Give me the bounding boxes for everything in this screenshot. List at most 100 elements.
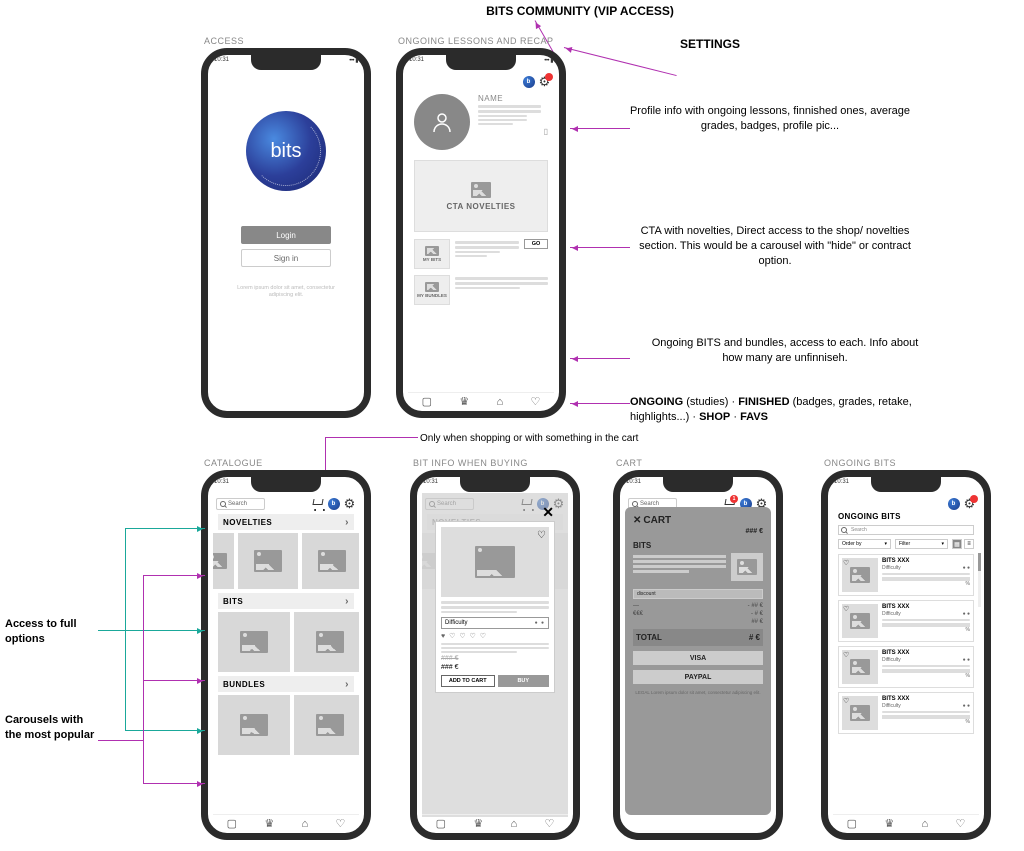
novelties-carousel[interactable]	[213, 533, 359, 589]
grid-view-toggle[interactable]: ▦	[952, 539, 962, 549]
cta-novelties-carousel[interactable]: CTA NOVELTIES	[414, 160, 548, 232]
fav-heart-icon[interactable]: ♡	[537, 530, 546, 541]
annot-ongoing-access: Ongoing BITS and bundles, access to each…	[645, 336, 925, 366]
bits-community-icon[interactable]: b	[522, 75, 535, 88]
go-button[interactable]: GO	[524, 239, 548, 249]
access-lorem: Lorem ipsum dolor sit amet, consectetur …	[213, 285, 359, 299]
label-bits-community: BITS COMMUNITY (VIP ACCESS)	[460, 3, 700, 19]
bits-logo: bits	[246, 111, 326, 191]
arrow-bottom-nav	[570, 403, 630, 404]
settings-icon[interactable]: ⚙	[963, 497, 976, 510]
heart-icon[interactable]: ♡	[843, 697, 849, 705]
arrow-teal-1	[125, 528, 205, 529]
bit-info-modal: ✕ ♡ Difficulty ♥ ♡ ♡ ♡ ♡ ### € ### € ADD…	[435, 521, 555, 693]
my-bundles-thumb[interactable]: MY BUNDLES	[414, 275, 450, 305]
cart-total: TOTAL# €	[633, 629, 763, 646]
arrow-cta	[570, 247, 630, 248]
arrow-p-2	[143, 680, 205, 681]
search-icon	[220, 501, 226, 507]
status-time: 10:31	[423, 479, 438, 485]
profile-name: NAME	[478, 94, 548, 103]
status-time: 10:31	[409, 57, 424, 63]
profile-section: NAME ▯	[408, 88, 554, 156]
search-input[interactable]: Search	[216, 498, 265, 510]
bundles-header[interactable]: BUNDLES›	[218, 676, 354, 692]
chevron-right-icon: ›	[345, 517, 349, 528]
avatar[interactable]	[414, 94, 470, 150]
nav-shop-icon[interactable]: ⌂	[497, 396, 504, 408]
old-price: ### €	[441, 655, 459, 662]
list-item[interactable]: ♡ BITS XXXDifficulty● ●%	[838, 692, 974, 734]
status-time: 10:31	[626, 479, 641, 485]
heart-icon[interactable]: ♡	[843, 559, 849, 567]
close-icon[interactable]: ✕	[542, 504, 554, 521]
settings-icon[interactable]: ⚙	[343, 497, 356, 510]
list-item[interactable]: ♡ BITS XXXDifficulty● ●%	[838, 554, 974, 596]
list-item[interactable]: ♡ BITS XXXDifficulty● ●%	[838, 646, 974, 688]
bottom-nav: ▢♛⌂♡	[833, 814, 979, 830]
nav-ongoing-icon[interactable]: ▢	[227, 817, 237, 830]
purple-v	[143, 575, 144, 784]
teal-join	[98, 630, 126, 631]
nav-favs-icon[interactable]: ♡	[530, 395, 540, 408]
cart-legal: LEGAL Lorem ipsum dolor sit amet, consec…	[633, 690, 763, 696]
settings-icon[interactable]: ⚙	[538, 75, 551, 88]
phone-bitinfo: 10:31 Search b ⚙ NOVELTIES ✕ ♡ Difficult…	[410, 470, 580, 840]
heart-icon[interactable]: ♡	[843, 651, 849, 659]
status-time: 10:31	[834, 479, 849, 485]
heart-icon[interactable]: ♡	[843, 605, 849, 613]
phone-ongoing: 10:31 ••• ▮ b ⚙ NAME ▯ CTA NOVELTIES MY …	[396, 48, 566, 418]
phone-ongoing-bits: 10:31 b ⚙ ONGOING BITS Search Order by▾ …	[821, 470, 991, 840]
arrow-p-3	[143, 783, 205, 784]
my-bits-thumb[interactable]: MY BITS	[414, 239, 450, 269]
nav-favs-icon[interactable]: ♡	[335, 817, 345, 830]
bits-header[interactable]: BITS›	[218, 593, 354, 609]
new-price: ### €	[441, 664, 459, 671]
arrow-teal-3	[125, 730, 205, 731]
login-button[interactable]: Login	[241, 226, 331, 244]
add-to-cart-button[interactable]: ADD TO CART	[441, 675, 495, 687]
signin-button[interactable]: Sign in	[241, 249, 331, 267]
list-view-toggle[interactable]: ≡	[964, 539, 974, 549]
cart-close[interactable]: ✕ CART	[633, 515, 763, 526]
status-icons: ••• ▮	[349, 57, 358, 64]
image-placeholder-icon	[471, 182, 491, 198]
ongoing-bits-list: ♡ BITS XXXDifficulty● ●% ♡ BITS XXXDiffi…	[833, 551, 979, 737]
buy-button[interactable]: BUY	[498, 675, 550, 687]
bottom-nav: ▢ ♛ ⌂ ♡	[213, 814, 359, 830]
bits-community-icon[interactable]: b	[327, 497, 340, 510]
chevron-right-icon: ›	[345, 679, 349, 690]
chevron-right-icon: ›	[345, 596, 349, 607]
bottom-nav: ▢♛⌂♡	[422, 814, 568, 830]
modal-overlay: ✕ ♡ Difficulty ♥ ♡ ♡ ♡ ♡ ### € ### € ADD…	[422, 493, 568, 817]
cta-label: CTA NOVELTIES	[446, 202, 515, 211]
rating-hearts: ♥ ♡ ♡ ♡ ♡	[441, 632, 549, 640]
screen-label-bitinfo: BIT INFO WHEN BUYING	[413, 458, 528, 468]
filter-select[interactable]: Filter▾	[895, 539, 948, 549]
ongoing-bits-title: ONGOING BITS	[833, 510, 979, 523]
screen-label-ongoing: ONGOING LESSONS AND RECAP	[398, 36, 554, 46]
nav-shop-icon[interactable]: ⌂	[302, 818, 309, 830]
list-item[interactable]: ♡ BITS XXXDifficulty● ●%	[838, 600, 974, 642]
discount-input[interactable]: discount	[633, 589, 763, 599]
nav-ongoing-icon[interactable]: ▢	[422, 395, 432, 408]
nav-finished-icon[interactable]: ♛	[264, 817, 274, 830]
cart-icon[interactable]	[311, 497, 324, 510]
cart-section-bits: BITS	[633, 541, 763, 550]
bits-carousel[interactable]	[213, 612, 359, 672]
bits-community-icon[interactable]: b	[947, 497, 960, 510]
novelties-header[interactable]: NOVELTIES›	[218, 514, 354, 530]
screen-label-ongoing-bits: ONGOING BITS	[824, 458, 896, 468]
pay-visa-button[interactable]: VISA	[633, 651, 763, 665]
screen-label-cart: CART	[616, 458, 642, 468]
pay-paypal-button[interactable]: PAYPAL	[633, 670, 763, 684]
cart-note-h	[325, 437, 418, 438]
scrollbar[interactable]	[978, 553, 981, 607]
order-by-select[interactable]: Order by▾	[838, 539, 891, 549]
nav-finished-icon[interactable]: ♛	[459, 395, 469, 408]
screen-label-catalogue: CATALOGUE	[204, 458, 263, 468]
cart-item-thumb[interactable]	[731, 553, 763, 581]
ob-search[interactable]: Search	[838, 525, 974, 535]
bundles-carousel[interactable]	[213, 695, 359, 755]
status-time: 10:31	[214, 57, 229, 63]
